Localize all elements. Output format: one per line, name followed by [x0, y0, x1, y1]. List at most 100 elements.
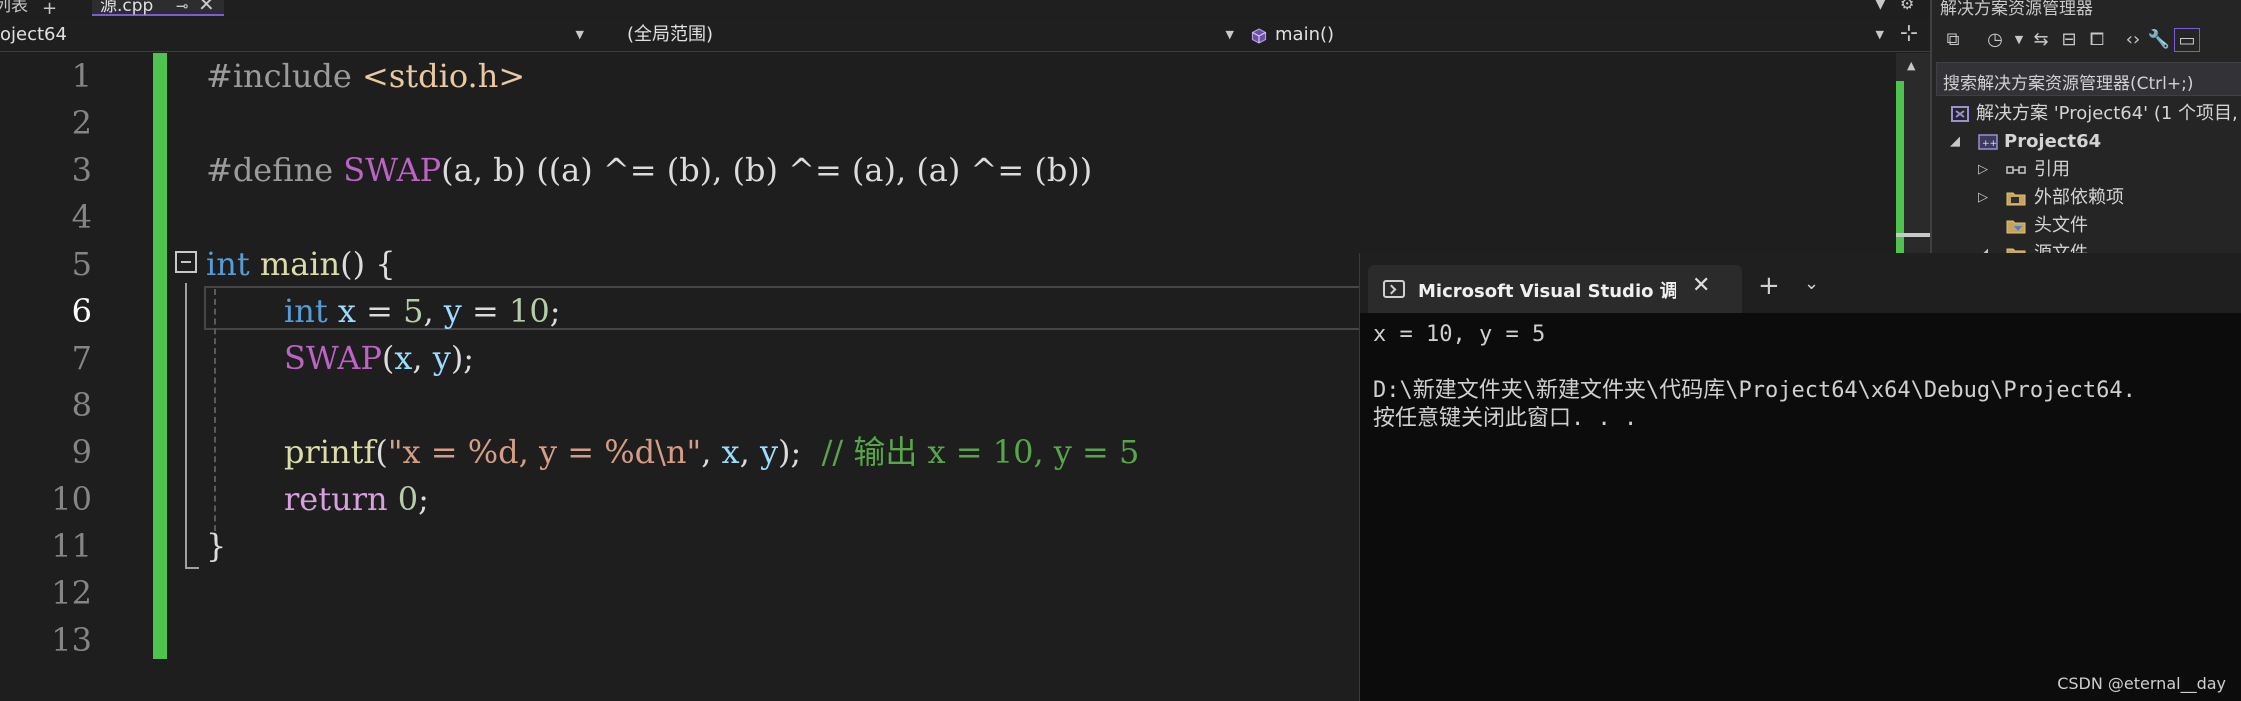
solution-search-input[interactable]: 搜索解决方案资源管理器(Ctrl+;)	[1936, 62, 2241, 96]
chevron-down-icon: ▼	[575, 28, 584, 41]
line-number-current: 6	[71, 292, 92, 330]
terminal-icon	[1383, 280, 1405, 298]
punctuation: );	[450, 339, 475, 377]
punctuation: (	[375, 433, 388, 471]
svg-text:++: ++	[1982, 139, 1997, 149]
preview-icon[interactable]: ▭	[2174, 28, 2200, 52]
cpp-project-icon: ++	[1978, 134, 1998, 150]
tab-overflow-icon[interactable]: ▼	[1875, 0, 1886, 12]
member-dropdown-label: main()	[1275, 24, 1335, 45]
scope-dropdown-label: (全局范围)	[627, 24, 714, 45]
console-output-line: D:\新建文件夹\新建文件夹\代码库\Project64\x64\Debug\P…	[1373, 378, 2136, 403]
code-line-3: #define SWAP(a, b) ((a) ^= (b), (b) ^= (…	[206, 147, 1092, 194]
solution-icon	[1951, 106, 1969, 122]
tree-item-label: 头文件	[2034, 215, 2088, 236]
scroll-up-icon[interactable]: ▲	[1907, 59, 1915, 72]
watermark: CSDN @eternal__day	[2057, 674, 2226, 693]
tree-item-label: 外部依赖项	[2034, 187, 2124, 208]
line-number: 10	[51, 480, 92, 518]
number-literal: 0	[397, 480, 419, 518]
close-icon[interactable]: ✕	[1692, 273, 1710, 298]
variable: x	[721, 433, 740, 471]
code-line-5: int main() {	[206, 241, 396, 288]
punctuation: );	[778, 433, 802, 471]
outline-guide	[185, 283, 187, 569]
pin-icon[interactable]: ⊸	[176, 0, 189, 14]
tree-item-label: 引用	[2034, 159, 2070, 180]
close-icon[interactable]: ✕	[198, 0, 215, 14]
macro-name: SWAP	[284, 339, 382, 377]
number-literal: 10	[509, 292, 550, 330]
punctuation: (	[381, 339, 395, 377]
collapse-all-icon[interactable]: ⊟	[2056, 28, 2082, 52]
line-number: 8	[71, 386, 92, 424]
function-name: printf	[284, 433, 376, 471]
switch-views-icon[interactable]: ⧉	[1940, 28, 1966, 52]
code-line-10: return 0;	[284, 476, 429, 523]
line-number: 2	[71, 104, 92, 142]
line-number: 12	[51, 574, 92, 612]
function-name: main	[259, 245, 341, 283]
punctuation: ,	[739, 433, 760, 471]
code-comment: // 输出 x = 10, y = 5	[821, 433, 1140, 471]
tab-source-cpp[interactable]: 源.cpp ⊸ ✕	[92, 0, 224, 16]
line-number: 11	[51, 527, 92, 565]
console-tab[interactable]: Microsoft Visual Studio 调试控制台 ✕	[1368, 265, 1742, 313]
new-tab-icon[interactable]: +	[1758, 271, 1780, 301]
collapsed-arrow-icon[interactable]: ▷	[1978, 156, 1988, 184]
console-tab-title: Microsoft Visual Studio 调试控制台	[1418, 281, 1676, 301]
function-cube-icon	[1251, 28, 1267, 44]
operator: =	[355, 292, 404, 330]
line-number: 7	[71, 339, 92, 377]
change-tracking-bar	[153, 53, 167, 659]
project-dropdown[interactable]: oject64 ▼	[0, 20, 590, 50]
preprocessor-directive: #define	[206, 151, 334, 189]
collapsed-arrow-icon[interactable]: ▷	[1978, 184, 1988, 212]
punctuation: }	[206, 527, 227, 565]
references-icon	[2006, 166, 2026, 174]
tab-add-icon[interactable]: +	[42, 0, 57, 19]
wrench-icon[interactable]: 🔧	[2146, 28, 2172, 52]
tree-item-label: Project64	[2004, 131, 2102, 152]
line-number: 5	[71, 245, 92, 283]
chevron-down-icon: ▼	[1875, 28, 1884, 41]
solution-explorer-panel: 解决方案资源管理器 ⧉ ◷ ▼ ⇆ ⊟ ⧠ ‹› 🔧 ▭ 搜索解决方案资源管理器…	[1930, 0, 2241, 255]
line-number: 4	[71, 198, 92, 236]
punctuation: () {	[340, 245, 396, 283]
include-header: <stdio.h>	[362, 57, 526, 95]
split-editor-icon[interactable]: ⊹	[1895, 22, 1923, 48]
keyword: int	[206, 245, 250, 283]
caret-position-marker	[1896, 233, 1930, 237]
line-number: 1	[71, 57, 92, 95]
expanded-arrow-icon[interactable]: ◢	[1950, 128, 1960, 156]
preprocessor-directive: #include	[206, 57, 352, 95]
scope-dropdown[interactable]: (全局范围) ▼	[600, 20, 1240, 50]
pending-changes-filter-icon[interactable]: ◷	[1982, 28, 2008, 52]
chevron-down-icon: ▼	[1225, 28, 1234, 41]
macro-body: (a, b) ((a) ^= (b), (b) ^= (a), (a) ^= (…	[441, 151, 1093, 189]
punctuation: ,	[423, 292, 444, 330]
gear-icon[interactable]: ⚙	[1900, 0, 1914, 13]
console-output-line: x = 10, y = 5	[1373, 322, 1546, 347]
line-number: 9	[71, 433, 92, 471]
code-line-7: SWAP(x, y);	[284, 335, 474, 382]
debug-console-window[interactable]: Microsoft Visual Studio 调试控制台 ✕ + ⌄ x = …	[1359, 253, 2241, 701]
variable: y	[443, 292, 462, 330]
tab-source-cpp-label: 源.cpp	[100, 0, 154, 16]
code-view-icon[interactable]: ‹›	[2120, 28, 2146, 52]
line-number: 13	[51, 621, 92, 659]
variable: x	[337, 292, 356, 330]
operator: =	[461, 292, 510, 330]
solution-explorer-toolbar: ⧉ ◷ ▼ ⇆ ⊟ ⧠ ‹› 🔧 ▭	[1932, 18, 2241, 62]
show-all-files-icon[interactable]: ⧠	[2084, 28, 2110, 52]
variable: x	[394, 339, 413, 377]
sync-icon[interactable]: ⇆	[2028, 28, 2054, 52]
macro-name: SWAP	[343, 151, 442, 189]
collapse-icon[interactable]	[175, 251, 197, 273]
member-dropdown[interactable]: main() ▼	[1245, 20, 1890, 50]
code-line-11: }	[206, 523, 226, 570]
outline-guide-end	[185, 567, 199, 569]
number-literal: 5	[403, 292, 424, 330]
chevron-down-icon[interactable]: ⌄	[1804, 273, 1819, 294]
solution-explorer-title: 解决方案资源管理器	[1940, 0, 2093, 19]
